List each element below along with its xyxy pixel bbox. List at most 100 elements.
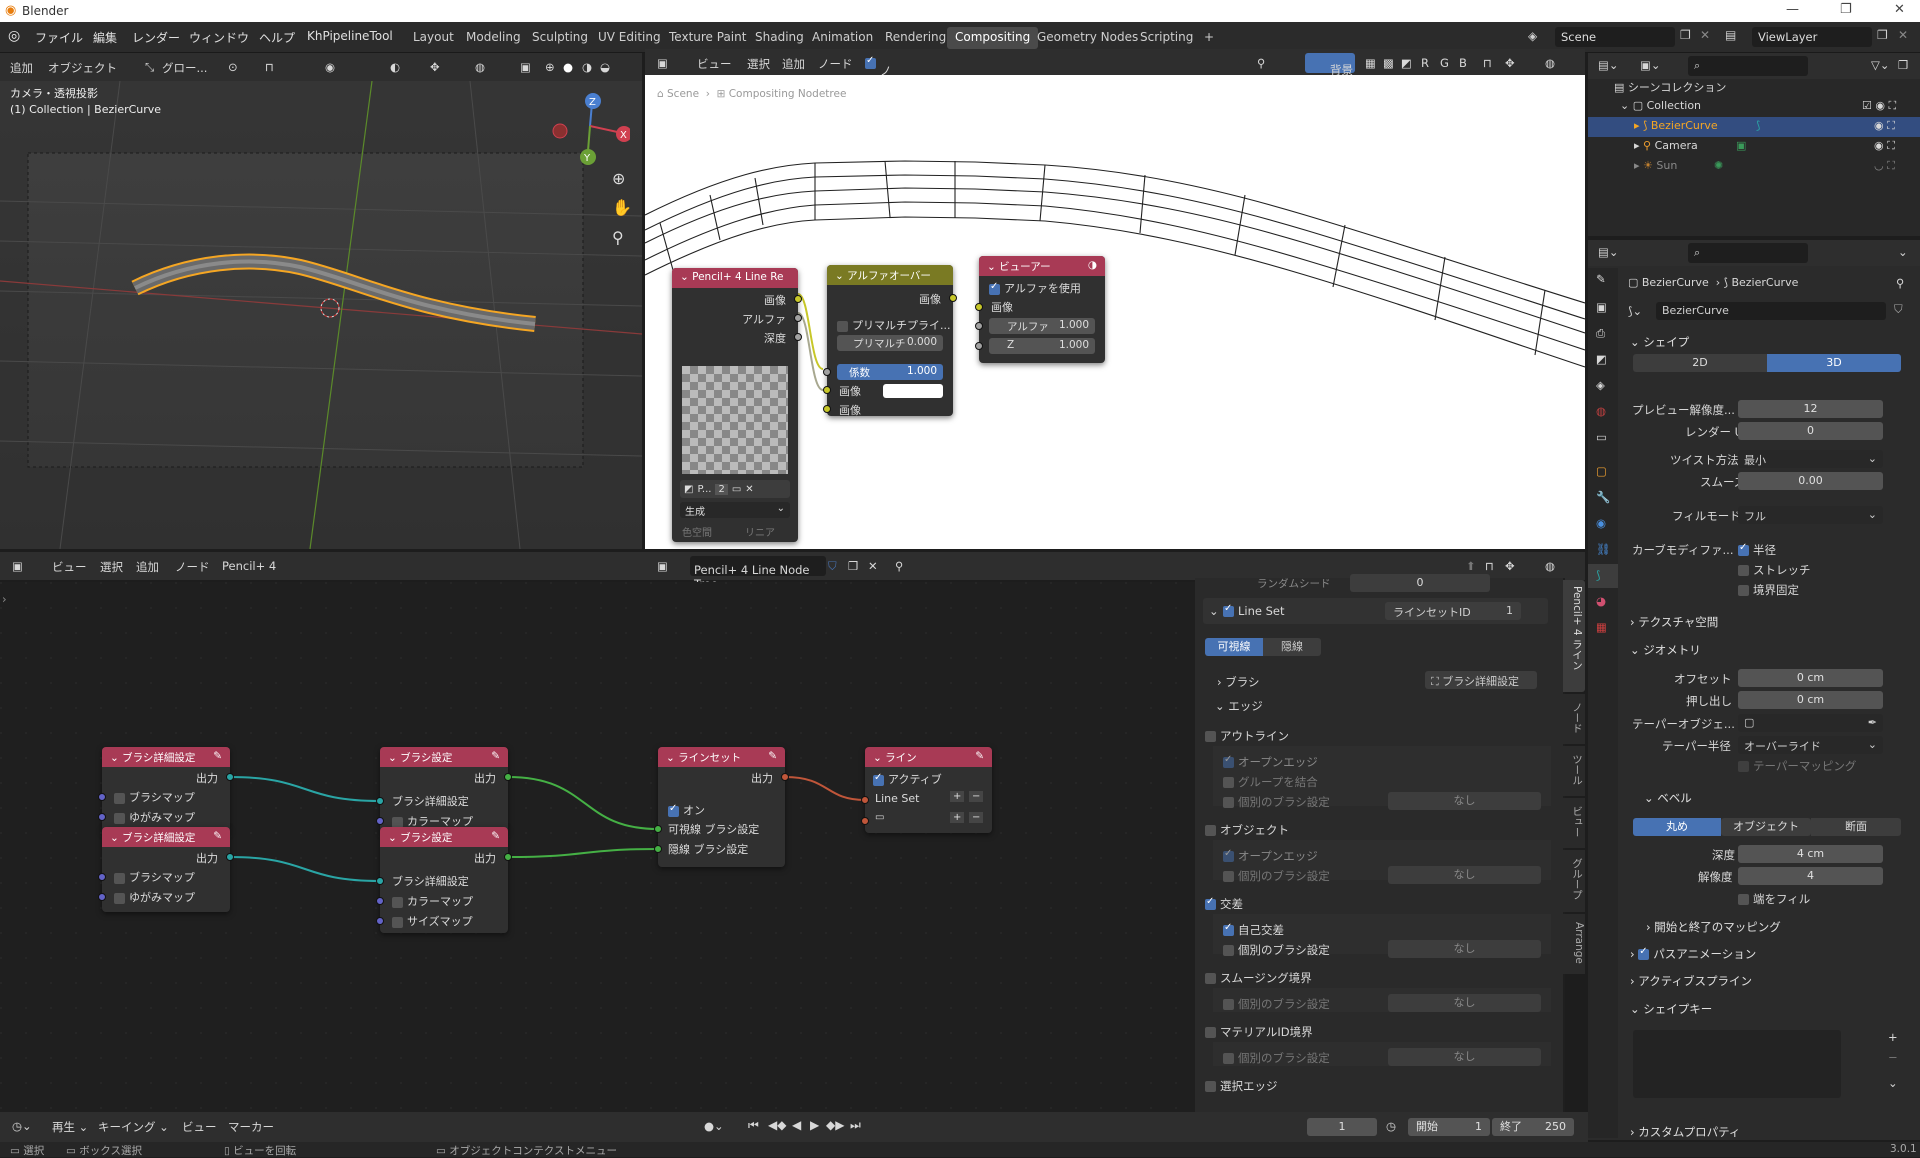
solid-shading-icon[interactable]: ● [563, 60, 573, 74]
tab-compositing[interactable]: Compositing [947, 27, 1039, 49]
color-map-socket[interactable] [376, 897, 384, 905]
input-image1-socket[interactable] [823, 386, 831, 394]
fill-mode-dropdown[interactable]: フル ⌄ [1738, 506, 1883, 524]
editor-type-icon[interactable]: ▣ [657, 56, 668, 70]
tab-rendering[interactable]: Rendering [877, 27, 954, 49]
material-tab-icon[interactable]: ◕ [1596, 594, 1606, 608]
new-collection-icon[interactable]: ❐ [1898, 58, 1908, 72]
bevel-round-button[interactable]: 丸め [1633, 818, 1721, 836]
pan-hand-icon[interactable]: ✋ [612, 198, 632, 217]
tab-modeling[interactable]: Modeling [458, 27, 529, 49]
gizmo-icon[interactable]: ✥ [430, 60, 440, 74]
sun-item[interactable]: ▸ ☀ Sun [1634, 159, 1677, 172]
taper-object-field[interactable]: ▢ ✒ [1738, 714, 1883, 732]
beziercurve-toggles[interactable]: ◉ ⛶ [1874, 119, 1895, 133]
maximize-icon[interactable]: ❐ [1840, 2, 1852, 17]
minimize-icon[interactable]: — [1786, 2, 1799, 17]
color-map-socket[interactable] [376, 817, 384, 825]
timeline-menu-view[interactable]: ビュー [182, 1119, 217, 1135]
scene-selector[interactable]: Scene [1555, 27, 1675, 47]
material-id-checkbox[interactable]: マテリアルID境界 [1205, 1024, 1313, 1040]
visibility-icon[interactable]: ◐ [390, 60, 400, 74]
tab-group[interactable]: グループ [1563, 850, 1585, 912]
pivot-icon[interactable]: ⊙ [228, 60, 238, 74]
input-image-socket[interactable] [975, 303, 983, 311]
overlay-icon[interactable]: ◍ [1545, 559, 1555, 573]
channel-g[interactable]: G [1440, 56, 1449, 70]
selected-edges-checkbox[interactable]: 選択エッジ [1205, 1078, 1278, 1094]
bevel-profile-button[interactable]: 断面 [1811, 818, 1901, 836]
snap-icon[interactable]: ⊓ [265, 60, 274, 74]
shape-keys-list[interactable] [1633, 1030, 1841, 1098]
menu-edit[interactable]: 編集 [93, 29, 117, 46]
smoothing-individual-brush[interactable]: 個別のブラシ設定 [1223, 996, 1330, 1012]
lineset-node[interactable]: ⌄ ラインセット✎ 出力 オン 可視線 ブラシ設定 隠線 ブラシ設定 [654, 747, 789, 867]
pin-icon[interactable]: ⚲ [1257, 56, 1265, 70]
intersection-individual-brush[interactable]: 個別のブラシ設定 [1223, 942, 1330, 958]
blender-menu-icon[interactable]: ◎ [8, 28, 20, 44]
viewport-menu-add[interactable]: 追加 [10, 60, 33, 76]
collection-row[interactable]: ⌄ ▢ Collection [1620, 99, 1701, 112]
smoothing-brush-none[interactable]: なし [1388, 994, 1541, 1012]
convert-premul-checkbox[interactable]: プリマルチプライ... [837, 317, 951, 333]
modifier-tab-icon[interactable]: 🔧 [1596, 490, 1610, 504]
material-individual-brush[interactable]: 個別のブラシ設定 [1223, 1050, 1330, 1066]
tab-node[interactable]: ノード [1563, 694, 1585, 744]
shape-keys-section[interactable]: ⌄ シェイプキー [1630, 1001, 1712, 1017]
curve-data-icon[interactable]: ⟆ [1756, 119, 1760, 132]
brush-detail-node-1[interactable]: ⌄ ブラシ詳細設定 ✎ 出力 ブラシマップ ゆがみマップ [98, 747, 234, 832]
overlay-icon[interactable]: ◍ [1545, 56, 1555, 70]
unlink-tree-icon[interactable]: ✕ [868, 559, 878, 573]
world-tab-icon[interactable]: ◍ [1596, 404, 1606, 418]
colorspace-value[interactable]: リニア [745, 524, 775, 539]
output-socket[interactable] [781, 773, 789, 781]
tab-hidden-lines[interactable]: 隠線 [1263, 638, 1321, 656]
brush-section[interactable]: › ブラシ [1217, 674, 1260, 690]
brush-map-socket[interactable] [98, 793, 106, 801]
backdrop-image-icon[interactable]: ◩ [1401, 56, 1412, 70]
menu-help[interactable]: ヘルプ [259, 29, 295, 46]
brush-detail-button[interactable]: ⛶ ブラシ詳細設定 [1425, 671, 1537, 689]
outline-checkbox[interactable]: アウトライン [1205, 728, 1289, 744]
output-alpha-socket[interactable] [794, 314, 802, 322]
scene-tab-icon[interactable]: ◈ [1596, 378, 1605, 392]
line-node-editor[interactable]: › ⌄ ブラシ詳細設定 ✎ 出力 ブラシマップ ゆがみマップ ⌄ ブラシ詳細設定 ✎… [0, 582, 1195, 1112]
input-image2-socket[interactable] [823, 405, 831, 413]
size-map-checkbox[interactable]: サイズマップ [392, 913, 473, 929]
backdrop-color-icon[interactable]: ▦ [1365, 56, 1376, 70]
tab-pencil-line[interactable]: Pencil+ 4 ライン [1563, 580, 1585, 692]
brush-settings-node-1[interactable]: ⌄ ブラシ設定 ✎ 出力 ブラシ詳細設定 カラーマップ [376, 747, 512, 832]
active-spline-section[interactable]: › アクティブスプライン [1630, 973, 1752, 989]
distortion-map-socket[interactable] [98, 813, 106, 821]
self-intersection-checkbox[interactable]: 自己交差 [1223, 922, 1284, 938]
navigation-gizmo[interactable]: Z X Y [550, 91, 630, 171]
output-depth-socket[interactable] [794, 333, 802, 341]
datablock-name-field[interactable]: BezierCurve [1656, 302, 1886, 320]
on-checkbox[interactable]: オン [668, 802, 705, 818]
beziercurve-item[interactable]: ▸ ⟆ BezierCurve [1634, 119, 1718, 132]
wireframe-shading-icon[interactable]: ⊕ [545, 60, 555, 74]
options-icon[interactable]: ⌄ [1898, 245, 1908, 259]
menu-khpipeline[interactable]: KhPipelineTool [307, 29, 393, 43]
camera-data-icon[interactable]: ▣ [1736, 139, 1746, 152]
visible-brush-socket[interactable] [654, 825, 662, 833]
play-icon[interactable]: ▶ [810, 1118, 819, 1132]
display-mode-icon[interactable]: ▣⌄ [1640, 58, 1661, 72]
shape-key-menu-icon[interactable]: ⌄ [1888, 1076, 1898, 1090]
new-socket-icon[interactable]: ▭ [875, 812, 884, 823]
auto-key-icon[interactable]: ●⌄ [704, 1119, 724, 1133]
tool-tab-icon[interactable]: ✎ [1596, 272, 1606, 286]
lineset-collapse-icon[interactable]: ⌄ [1209, 604, 1219, 618]
lineset-checkbox[interactable]: Line Set [1223, 603, 1285, 618]
editor-type-icon[interactable]: ▤⌄ [1598, 58, 1619, 72]
use-alpha-checkbox[interactable]: アルファを使用 [989, 280, 1081, 296]
render-u-field[interactable]: 0 [1738, 422, 1883, 440]
remove-shape-key-icon[interactable]: − [1888, 1050, 1898, 1064]
node-menu-node[interactable]: ノード [175, 559, 210, 575]
brush-map-checkbox[interactable]: ブラシマップ [114, 789, 195, 805]
current-frame-field[interactable]: 1 [1307, 1118, 1377, 1136]
timeline-menu-playback[interactable]: 再生 ⌄ [52, 1119, 88, 1135]
context-label[interactable]: Pencil+ 4 [222, 559, 276, 573]
extrude-field[interactable]: 0 cm [1738, 691, 1883, 709]
remove-socket-icon[interactable]: − [969, 812, 984, 823]
